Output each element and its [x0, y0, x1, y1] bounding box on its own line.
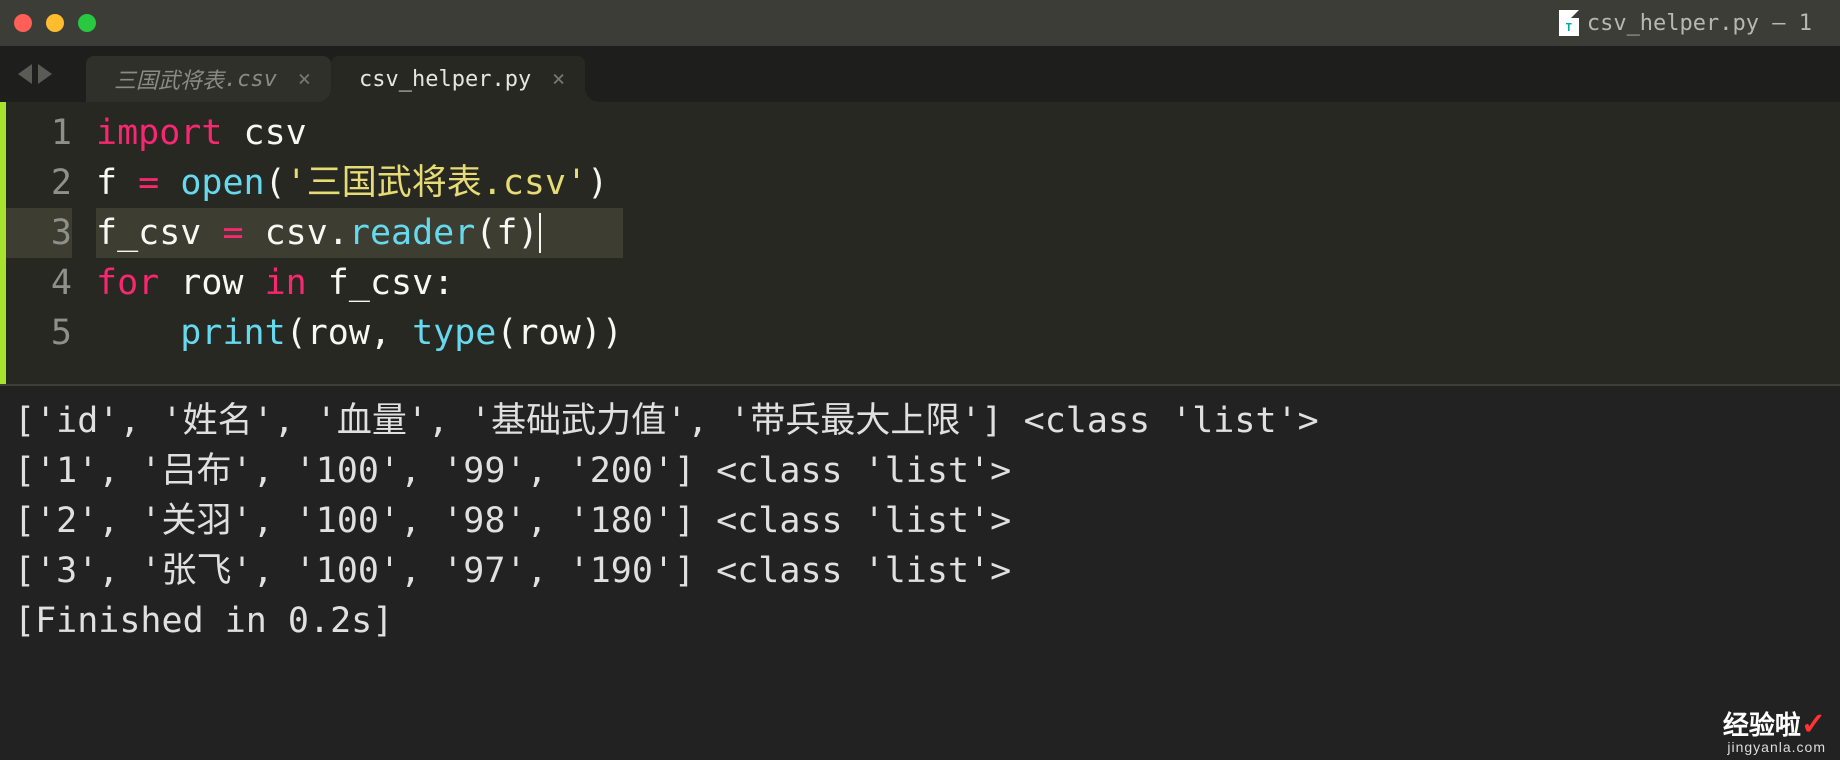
- close-tab-icon[interactable]: ×: [552, 67, 565, 92]
- nav-forward-icon[interactable]: [38, 64, 52, 84]
- tab-label: csv_helper.py: [359, 67, 531, 92]
- line-number: 2: [0, 158, 72, 208]
- zoom-window-button[interactable]: [78, 14, 96, 32]
- watermark-url: jingyanla.com: [1723, 740, 1826, 754]
- window-title: csv_helper.py — 1: [1587, 11, 1812, 36]
- close-window-button[interactable]: [14, 14, 32, 32]
- minimize-window-button[interactable]: [46, 14, 64, 32]
- close-tab-icon[interactable]: ×: [298, 67, 311, 92]
- watermark-check-icon: ✓: [1801, 708, 1826, 741]
- console-line: ['id', '姓名', '血量', '基础武力值', '带兵最大上限'] <c…: [14, 396, 1826, 446]
- titlebar: T csv_helper.py — 1: [0, 0, 1840, 46]
- window-title-area: T csv_helper.py — 1: [0, 10, 1840, 36]
- console-line: ['1', '吕布', '100', '99', '200'] <class '…: [14, 446, 1826, 496]
- code-area[interactable]: import csvf = open('三国武将表.csv')f_csv = c…: [96, 102, 623, 384]
- line-number: 1: [0, 108, 72, 158]
- tab-bar: 三国武将表.csv × csv_helper.py ×: [0, 46, 1840, 102]
- code-line[interactable]: import csv: [96, 108, 623, 158]
- nav-back-icon[interactable]: [18, 64, 32, 84]
- console-line: [Finished in 0.2s]: [14, 596, 1826, 646]
- tab-ext: .csv: [224, 67, 277, 92]
- watermark-text: 经验啦: [1723, 710, 1801, 740]
- line-number-gutter: 12345: [0, 102, 96, 384]
- line-number: 4: [0, 258, 72, 308]
- code-line[interactable]: for row in f_csv:: [96, 258, 623, 308]
- watermark: 经验啦✓ jingyanla.com: [1723, 710, 1826, 754]
- console-line: ['2', '关羽', '100', '98', '180'] <class '…: [14, 496, 1826, 546]
- tab-file-csv[interactable]: 三国武将表.csv ×: [86, 56, 331, 102]
- line-number: 5: [0, 308, 72, 358]
- file-icon: T: [1559, 10, 1579, 36]
- tab-history-nav: [0, 46, 86, 102]
- code-line[interactable]: print(row, type(row)): [96, 308, 623, 358]
- window-controls: [14, 14, 96, 32]
- tab-file-py[interactable]: csv_helper.py ×: [331, 56, 585, 102]
- editor[interactable]: 12345 import csvf = open('三国武将表.csv')f_c…: [0, 102, 1840, 384]
- code-line[interactable]: f_csv = csv.reader(f): [96, 208, 623, 258]
- build-output-panel[interactable]: ['id', '姓名', '血量', '基础武力值', '带兵最大上限'] <c…: [0, 384, 1840, 760]
- console-line: ['3', '张飞', '100', '97', '190'] <class '…: [14, 546, 1826, 596]
- code-line[interactable]: f = open('三国武将表.csv'): [96, 158, 623, 208]
- line-number: 3: [0, 208, 72, 258]
- tab-label: 三国武将表: [114, 63, 224, 95]
